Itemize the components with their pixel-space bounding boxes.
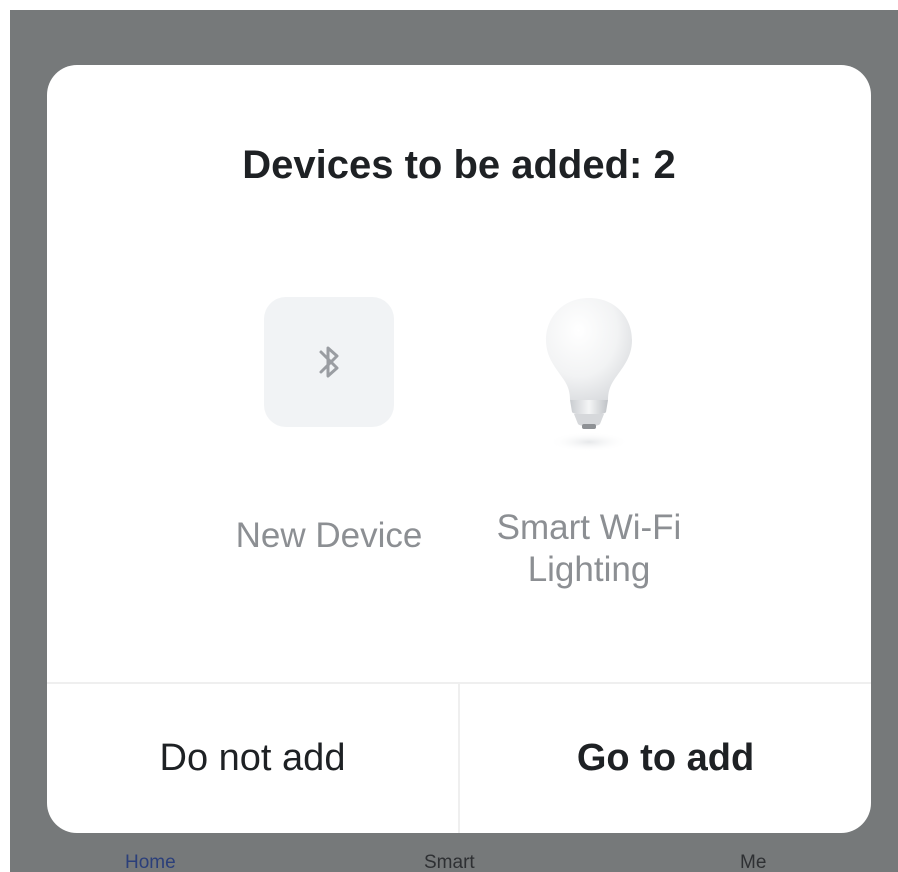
- bottom-tab-bar: Home Smart Me: [10, 836, 898, 872]
- device-label: Smart Wi-Fi Lighting: [496, 508, 682, 589]
- device-label: New Device: [235, 516, 423, 555]
- device-item-smart-wifi-lighting[interactable]: Smart Wi-Fi Lighting: [469, 290, 709, 591]
- add-devices-dialog: Devices to be added: 2 New Device Smart …: [47, 65, 871, 833]
- tab-smart[interactable]: Smart: [424, 852, 475, 872]
- device-item-new-device[interactable]: New Device: [209, 297, 449, 557]
- tab-me[interactable]: Me: [740, 852, 766, 872]
- light-bulb-icon: [546, 298, 632, 452]
- do-not-add-button[interactable]: Do not add: [47, 684, 458, 833]
- bluetooth-icon: [319, 346, 339, 378]
- device-icon-tile: [264, 297, 394, 427]
- dialog-title: Devices to be added: 2: [242, 143, 676, 187]
- tab-home[interactable]: Home: [125, 852, 176, 872]
- go-to-add-button[interactable]: Go to add: [460, 684, 871, 833]
- device-image: [529, 290, 649, 460]
- app-screen: Home Smart Me Devices to be added: 2 New…: [10, 10, 898, 872]
